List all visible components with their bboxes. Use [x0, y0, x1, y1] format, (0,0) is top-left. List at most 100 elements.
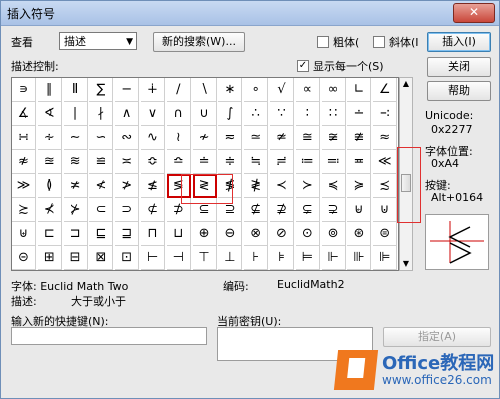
- symbol-cell[interactable]: ∥: [37, 78, 62, 102]
- symbol-cell[interactable]: −: [115, 78, 140, 102]
- symbol-cell[interactable]: ⊣: [166, 246, 191, 270]
- view-dropdown[interactable]: 描述 ▼: [59, 32, 137, 50]
- close-button[interactable]: 关闭: [427, 57, 491, 77]
- symbol-cell[interactable]: ⊥: [218, 246, 243, 270]
- symbol-cell[interactable]: ≄: [270, 126, 294, 150]
- symbol-cell[interactable]: ⊚: [321, 222, 346, 246]
- symbol-cell[interactable]: √: [270, 78, 294, 102]
- symbol-cell[interactable]: ∼: [63, 126, 88, 150]
- assign-button[interactable]: 指定(A): [383, 327, 491, 347]
- symbol-cell[interactable]: ⊐: [63, 222, 88, 246]
- symbol-cell[interactable]: ∡: [12, 102, 36, 126]
- symbol-cell[interactable]: Ⅱ: [63, 78, 88, 102]
- symbol-cell[interactable]: ≕: [321, 150, 346, 174]
- symbol-cell[interactable]: ∶: [295, 102, 320, 126]
- symbol-cell[interactable]: ≒: [244, 150, 269, 174]
- symbol-cell[interactable]: ∷: [321, 102, 346, 126]
- symbol-cell[interactable]: ≂: [218, 126, 243, 150]
- symbol-cell[interactable]: ⊀: [37, 198, 62, 222]
- new-shortcut-input[interactable]: [11, 327, 207, 345]
- symbol-cell[interactable]: ⊠: [89, 246, 114, 270]
- symbol-cell[interactable]: ≀: [166, 126, 191, 150]
- symbol-cell[interactable]: ⊩: [321, 246, 346, 270]
- symbol-cell[interactable]: ≃: [244, 126, 269, 150]
- symbol-cell[interactable]: ⊦: [244, 246, 269, 270]
- symbol-cell[interactable]: ∩: [166, 102, 191, 126]
- symbol-cell[interactable]: ∍: [12, 78, 36, 102]
- symbol-cell[interactable]: ≪: [373, 150, 398, 174]
- new-search-button[interactable]: 新的搜索(W)...: [153, 32, 245, 52]
- symbol-cell[interactable]: ⊏: [37, 222, 62, 246]
- symbol-cell[interactable]: ⊢: [141, 246, 165, 270]
- symbol-cell[interactable]: ≹: [244, 174, 269, 198]
- symbol-cell[interactable]: ⊃: [115, 198, 140, 222]
- symbol-cell[interactable]: ⊞: [37, 246, 62, 270]
- symbol-cell[interactable]: ∗: [218, 78, 243, 102]
- symbol-cell[interactable]: ⊟: [63, 246, 88, 270]
- symbol-cell[interactable]: ∤: [89, 102, 114, 126]
- symbol-cell[interactable]: ∞: [321, 78, 346, 102]
- symbol-cell[interactable]: ≖: [347, 150, 372, 174]
- close-window-icon[interactable]: ✕: [453, 3, 495, 23]
- symbol-cell[interactable]: ≾: [373, 174, 398, 198]
- bold-checkbox[interactable]: [317, 36, 329, 48]
- symbol-cell[interactable]: ≺: [270, 174, 294, 198]
- symbol-cell[interactable]: ⊌: [347, 198, 372, 222]
- symbol-cell[interactable]: ≉: [12, 150, 36, 174]
- symbol-cell[interactable]: ⊕: [192, 222, 217, 246]
- symbol-cell[interactable]: ∹: [373, 102, 398, 126]
- symbol-cell[interactable]: ∝: [295, 78, 320, 102]
- symbol-cell[interactable]: ≼: [321, 174, 346, 198]
- symbol-cell[interactable]: ≁: [192, 126, 217, 150]
- symbol-cell[interactable]: ≯: [115, 174, 140, 198]
- symbol-cell[interactable]: ⊄: [141, 198, 165, 222]
- symbol-cell[interactable]: ∑: [89, 78, 114, 102]
- symbol-cell[interactable]: ⊧: [270, 246, 294, 270]
- symbol-cell[interactable]: ⊖: [218, 222, 243, 246]
- symbol-cell[interactable]: ∪: [192, 102, 217, 126]
- symbol-cell[interactable]: ⊋: [321, 198, 346, 222]
- scroll-up-icon[interactable]: ▲: [400, 78, 412, 90]
- symbol-cell[interactable]: ≭: [63, 174, 88, 198]
- symbol-cell[interactable]: ⊜: [373, 222, 398, 246]
- symbol-cell[interactable]: ⊘: [270, 222, 294, 246]
- symbol-cell[interactable]: ∻: [37, 126, 62, 150]
- symbol-cell[interactable]: ∣: [63, 102, 88, 126]
- symbol-cell[interactable]: ∨: [141, 102, 165, 126]
- symbol-cell[interactable]: ∢: [37, 102, 62, 126]
- symbol-cell[interactable]: ⊈: [244, 198, 269, 222]
- symbol-cell[interactable]: ∟: [347, 78, 372, 102]
- symbol-cell[interactable]: ≋: [63, 150, 88, 174]
- symbol-cell[interactable]: ∫: [218, 102, 243, 126]
- symbol-cell[interactable]: ≌: [89, 150, 114, 174]
- symbol-cell[interactable]: ⊪: [347, 246, 372, 270]
- symbol-cell[interactable]: ∺: [12, 126, 36, 150]
- symbol-cell[interactable]: ⊍: [373, 198, 398, 222]
- symbol-cell[interactable]: ∠: [373, 78, 398, 102]
- symbol-cell[interactable]: ≐: [192, 150, 217, 174]
- symbol-cell[interactable]: ≫: [12, 174, 36, 198]
- symbol-cell[interactable]: ≊: [37, 150, 62, 174]
- symbol-cell[interactable]: ∘: [244, 78, 269, 102]
- symbol-cell[interactable]: ⊤: [192, 246, 217, 270]
- symbol-cell[interactable]: ≔: [295, 150, 320, 174]
- show-each-once-checkbox[interactable]: ✓: [297, 60, 309, 72]
- symbol-cell[interactable]: ⊂: [89, 198, 114, 222]
- symbol-cell[interactable]: ≓: [270, 150, 294, 174]
- symbol-cell[interactable]: ⊗: [244, 222, 269, 246]
- scroll-down-icon[interactable]: ▼: [400, 258, 412, 270]
- symbol-cell[interactable]: ≍: [115, 150, 140, 174]
- symbol-cell[interactable]: ⊓: [141, 222, 165, 246]
- symbol-cell[interactable]: ⊒: [115, 222, 140, 246]
- symbol-cell[interactable]: ≏: [166, 150, 191, 174]
- italic-checkbox[interactable]: [373, 36, 385, 48]
- symbol-cell[interactable]: ≇: [347, 126, 372, 150]
- symbol-cell[interactable]: ⊝: [12, 246, 36, 270]
- symbol-cell[interactable]: ⊁: [63, 198, 88, 222]
- symbol-cell[interactable]: ≅: [295, 126, 320, 150]
- symbol-cell[interactable]: ≑: [218, 150, 243, 174]
- insert-button[interactable]: 插入(I): [427, 32, 491, 52]
- symbol-cell[interactable]: ∽: [89, 126, 114, 150]
- symbol-cell[interactable]: ≽: [347, 174, 372, 198]
- symbol-cell[interactable]: ⊎: [12, 222, 36, 246]
